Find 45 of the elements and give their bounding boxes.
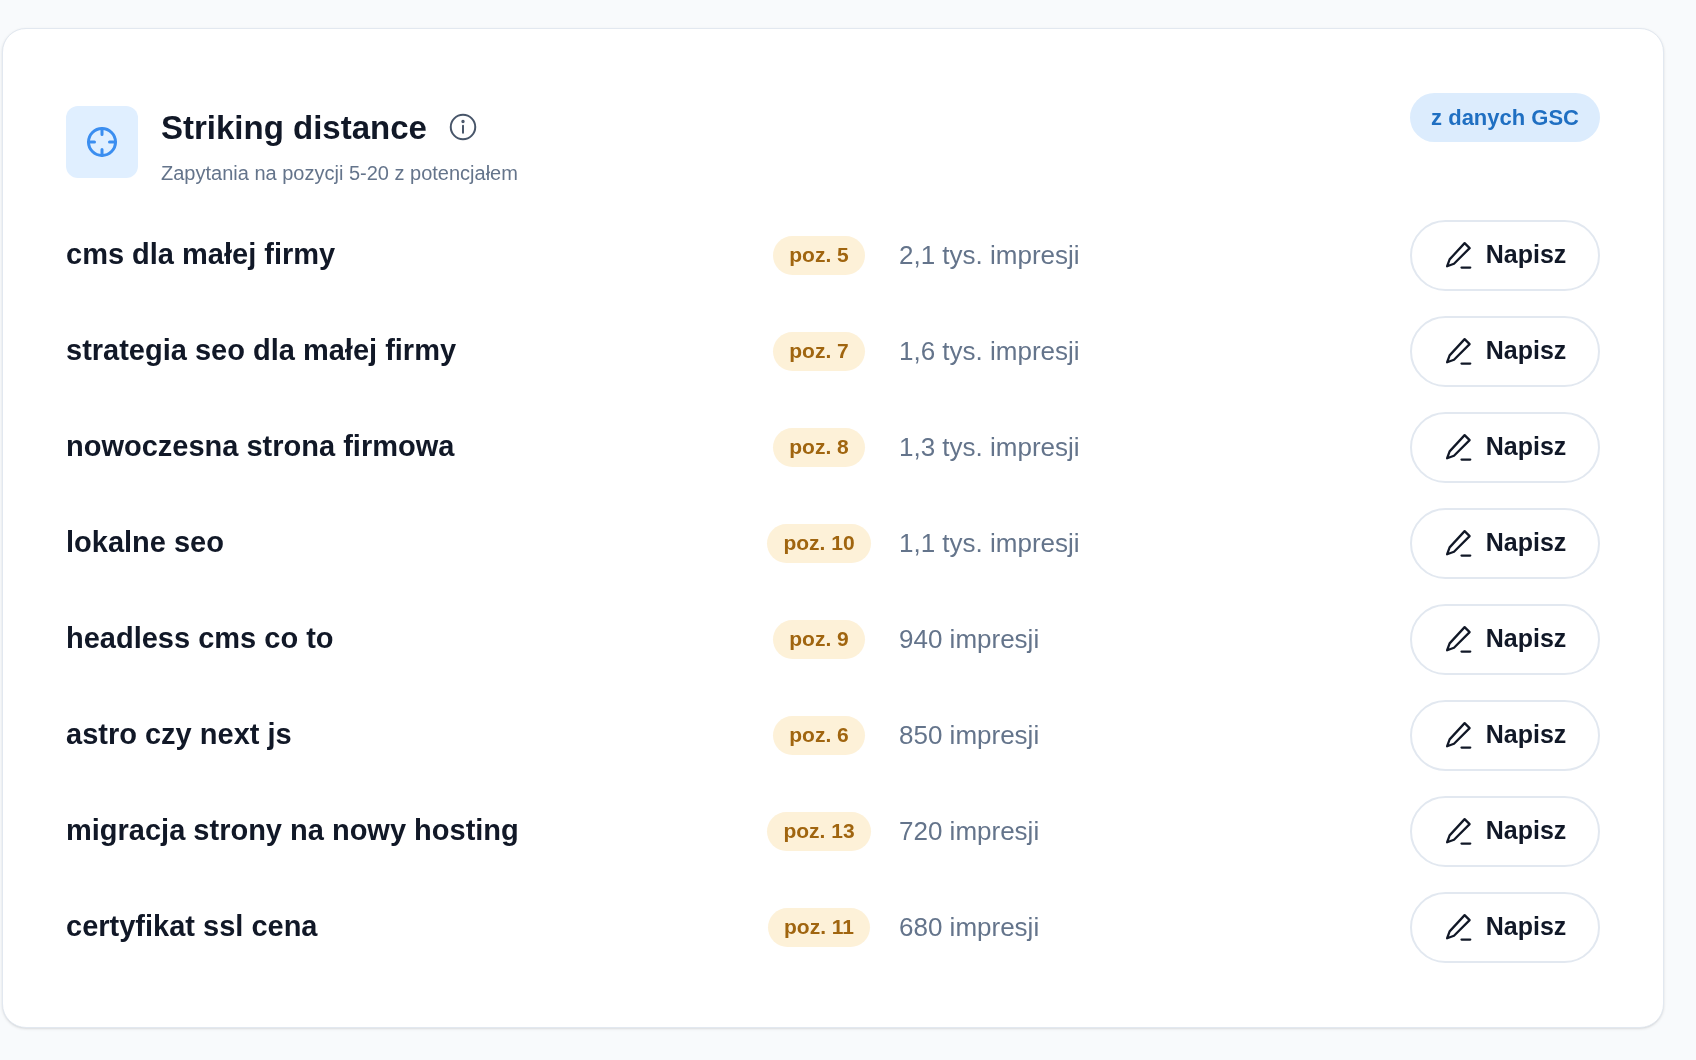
write-button[interactable]: Napisz: [1410, 315, 1600, 387]
position-tag: poz. 13: [767, 811, 871, 851]
impressions-text: 940 impresji: [899, 622, 1040, 656]
impressions-text: 1,3 tys. impresji: [899, 430, 1080, 464]
write-button[interactable]: Napisz: [1410, 891, 1600, 963]
panel-subtitle: Zapytania na pozycji 5-20 z potencjałem: [161, 163, 518, 183]
position-tag: poz. 11: [768, 907, 870, 947]
info-icon[interactable]: [448, 113, 477, 141]
write-button[interactable]: Napisz: [1410, 507, 1600, 579]
pencil-icon: [1443, 912, 1474, 942]
impressions-text: 850 impresji: [899, 718, 1040, 752]
write-button[interactable]: Napisz: [1410, 699, 1600, 771]
pencil-icon: [1443, 720, 1474, 750]
write-button[interactable]: Napisz: [1410, 603, 1600, 675]
pencil-icon: [1443, 432, 1474, 462]
panel-title: Striking distance: [161, 110, 427, 144]
write-button[interactable]: Napisz: [1410, 219, 1600, 291]
impressions-text: 1,6 tys. impresji: [899, 334, 1080, 368]
query-text: headless cms co to: [66, 621, 334, 657]
crosshair-icon: [66, 106, 138, 178]
pencil-icon: [1443, 624, 1474, 654]
query-text: strategia seo dla małej firmy: [66, 333, 457, 369]
query-text: astro czy next js: [66, 717, 292, 753]
position-tag: poz. 5: [773, 235, 865, 275]
source-tag: z danych GSC: [1410, 93, 1600, 142]
impressions-text: 720 impresji: [899, 814, 1040, 848]
write-button[interactable]: Napisz: [1410, 795, 1600, 867]
query-text: migracja strony na nowy hosting: [66, 813, 519, 849]
query-text: lokalne seo: [66, 525, 224, 561]
impressions-text: 2,1 tys. impresji: [899, 238, 1080, 272]
position-tag: poz. 6: [773, 715, 865, 755]
impressions-text: 1,1 tys. impresji: [899, 526, 1080, 560]
position-tag: poz. 10: [767, 523, 871, 563]
query-text: nowoczesna strona firmowa: [66, 429, 455, 465]
write-button[interactable]: Napisz: [1410, 411, 1600, 483]
pencil-icon: [1443, 336, 1474, 366]
impressions-text: 680 impresji: [899, 910, 1040, 944]
position-tag: poz. 7: [773, 331, 865, 371]
pencil-icon: [1443, 240, 1474, 270]
query-text: cms dla małej firmy: [66, 237, 336, 273]
position-tag: poz. 8: [773, 427, 865, 467]
pencil-icon: [1443, 528, 1474, 558]
query-text: certyfikat ssl cena: [66, 909, 318, 945]
pencil-icon: [1443, 816, 1474, 846]
position-tag: poz. 9: [773, 619, 865, 659]
